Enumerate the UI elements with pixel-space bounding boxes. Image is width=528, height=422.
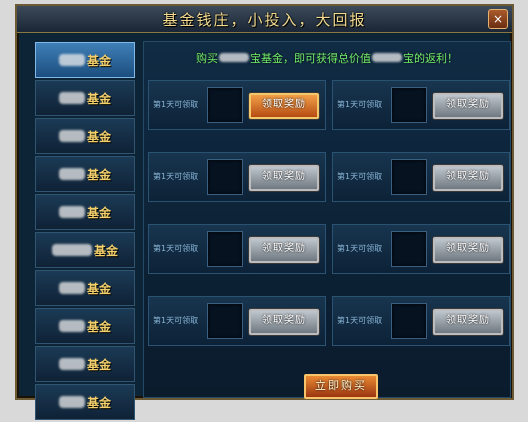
- redacted-name: [58, 206, 85, 218]
- reward-item-slot[interactable]: [391, 231, 427, 267]
- fund-tab[interactable]: 基金: [35, 156, 135, 192]
- redacted-name: [51, 244, 92, 256]
- reward-day-label: 第1天可领取: [337, 172, 383, 181]
- buy-now-button[interactable]: 立即购买: [304, 374, 378, 399]
- reward-card: 第1天可领取 领取奖励: [332, 224, 510, 274]
- fund-tab[interactable]: 基金: [35, 346, 135, 382]
- reward-card: 第1天可领取 领取奖励: [332, 152, 510, 202]
- banner-text: 宝基金，即可获得总价值: [250, 52, 371, 65]
- fund-tab[interactable]: 基金: [35, 194, 135, 230]
- title-bar: 基金钱庄，小投入，大回报 ×: [17, 6, 512, 33]
- redacted-name: [58, 396, 85, 408]
- reward-item-slot[interactable]: [391, 303, 427, 339]
- redacted-amount: [219, 53, 249, 62]
- redacted-amount: [372, 53, 402, 62]
- fund-tab-label: 基金: [86, 395, 111, 410]
- reward-item-slot[interactable]: [207, 231, 243, 267]
- redacted-name: [58, 54, 85, 66]
- reward-row: 第1天可领取 领取奖励 第1天可领取 领取奖励: [148, 80, 510, 130]
- reward-card: 第1天可领取 领取奖励: [332, 80, 510, 130]
- reward-item-slot[interactable]: [207, 159, 243, 195]
- banner-text: 宝的返利！: [403, 52, 458, 65]
- fund-tab[interactable]: 基金: [35, 232, 135, 268]
- claim-reward-button[interactable]: 领取奖励: [433, 309, 503, 335]
- reward-card: 第1天可领取 领取奖励: [148, 152, 326, 202]
- reward-day-label: 第1天可领取: [153, 244, 199, 253]
- reward-day-label: 第1天可领取: [153, 172, 199, 181]
- reward-card: 第1天可领取 领取奖励: [148, 224, 326, 274]
- claim-reward-button[interactable]: 领取奖励: [249, 309, 319, 335]
- claim-reward-button[interactable]: 领取奖励: [433, 93, 503, 119]
- fund-tab[interactable]: 基金: [35, 270, 135, 306]
- fund-tab[interactable]: 基金: [35, 384, 135, 420]
- claim-reward-button[interactable]: 领取奖励: [433, 237, 503, 263]
- fund-tab-label: 基金: [93, 243, 118, 258]
- fund-tab-label: 基金: [86, 357, 111, 372]
- redacted-name: [58, 358, 85, 370]
- fund-tab-label: 基金: [86, 91, 111, 106]
- reward-card: 第1天可领取 领取奖励: [148, 80, 326, 130]
- fund-tab-label: 基金: [86, 129, 111, 144]
- reward-item-slot[interactable]: [391, 87, 427, 123]
- redacted-name: [58, 282, 85, 294]
- reward-item-slot[interactable]: [391, 159, 427, 195]
- fund-tab[interactable]: 基金: [35, 42, 135, 78]
- redacted-name: [58, 320, 85, 332]
- fund-tab[interactable]: 基金: [35, 308, 135, 344]
- fund-tab[interactable]: 基金: [35, 80, 135, 116]
- window-title: 基金钱庄，小投入，大回报: [162, 11, 367, 29]
- fund-tab-label: 基金: [86, 167, 111, 182]
- reward-day-label: 第1天可领取: [153, 100, 199, 109]
- reward-row: 第1天可领取 领取奖励 第1天可领取 领取奖励: [148, 296, 510, 346]
- claim-reward-button[interactable]: 领取奖励: [249, 93, 319, 119]
- reward-day-label: 第1天可领取: [337, 244, 383, 253]
- fund-tab-label: 基金: [86, 281, 111, 296]
- reward-item-slot[interactable]: [207, 303, 243, 339]
- redacted-name: [58, 130, 85, 142]
- claim-reward-button[interactable]: 领取奖励: [249, 237, 319, 263]
- reward-row: 第1天可领取 领取奖励 第1天可领取 领取奖励: [148, 152, 510, 202]
- close-button[interactable]: ×: [488, 9, 508, 29]
- reward-row: 第1天可领取 领取奖励 第1天可领取 领取奖励: [148, 224, 510, 274]
- fund-tab-list: 基金 基金 基金 基金 基金 基金 基金 基金 基金 基金: [35, 42, 135, 422]
- fund-tab-label: 基金: [86, 205, 111, 220]
- fund-tab-label: 基金: [86, 319, 111, 334]
- reward-card: 第1天可领取 领取奖励: [148, 296, 326, 346]
- reward-day-label: 第1天可领取: [337, 316, 383, 325]
- banner-text: 购买: [196, 52, 218, 65]
- claim-reward-button[interactable]: 领取奖励: [249, 165, 319, 191]
- fund-tab-label: 基金: [86, 53, 111, 68]
- fund-window: 基金钱庄，小投入，大回报 × 基金 基金 基金 基金 基金 基金 基金 基金 基…: [15, 4, 514, 420]
- redacted-name: [58, 92, 85, 104]
- claim-reward-button[interactable]: 领取奖励: [433, 165, 503, 191]
- reward-card: 第1天可领取 领取奖励: [332, 296, 510, 346]
- reward-day-label: 第1天可领取: [337, 100, 383, 109]
- promo-banner: 购买 宝基金，即可获得总价值 宝的返利！: [144, 50, 510, 66]
- redacted-name: [58, 168, 85, 180]
- fund-tab[interactable]: 基金: [35, 118, 135, 154]
- reward-item-slot[interactable]: [207, 87, 243, 123]
- reward-day-label: 第1天可领取: [153, 316, 199, 325]
- reward-panel: 购买 宝基金，即可获得总价值 宝的返利！ 第1天可领取 领取奖励 第1天可领取 领取…: [143, 41, 511, 399]
